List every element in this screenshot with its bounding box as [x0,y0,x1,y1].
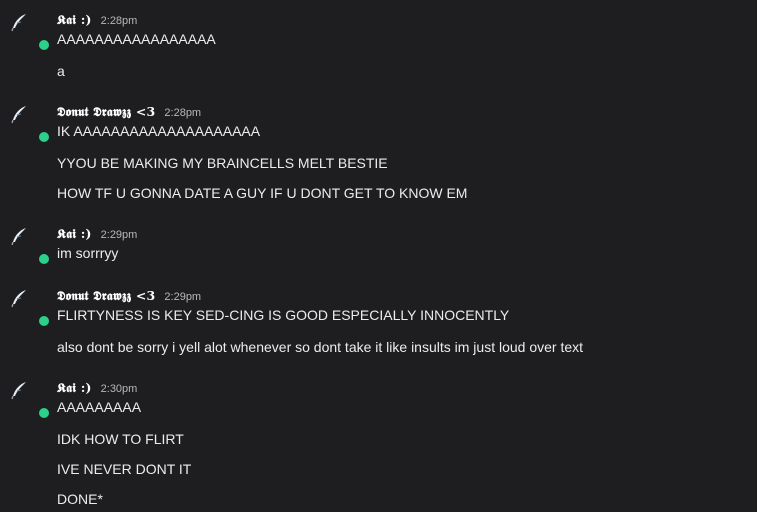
feather-avatar-icon[interactable] [10,288,30,308]
online-status-indicator [39,254,49,264]
username[interactable]: 𝕶𝖆𝖎 :) [57,380,92,396]
message-text: im sorrryy [57,245,119,261]
feather-avatar-icon[interactable] [10,12,30,32]
username[interactable]: 𝕯𝖔𝖓𝖚𝖙 𝕯𝖗𝖆𝖜𝖟𝖟 <3 [57,104,155,120]
message-text: IK AAAAAAAAAAAAAAAAAAAA [57,123,261,139]
message-text: AAAAAAAAA [57,399,142,415]
message-text: IVE NEVER DONT IT [57,461,192,477]
chat-log: 𝕶𝖆𝖎 :) 2:28pm AAAAAAAAAAAAAAAAA a 𝕯𝖔𝖓𝖚𝖙 … [0,0,757,512]
timestamp: 2:29pm [100,229,138,241]
online-status-indicator [39,132,49,142]
message-header: 𝕯𝖔𝖓𝖚𝖙 𝕯𝖗𝖆𝖜𝖟𝖟 <3 2:29pm [57,288,201,306]
username[interactable]: 𝕶𝖆𝖎 :) [57,12,92,28]
message-text: also dont be sorry i yell alot whenever … [57,339,584,355]
username[interactable]: 𝕯𝖔𝖓𝖚𝖙 𝕯𝖗𝖆𝖜𝖟𝖟 <3 [57,288,155,304]
message-header: 𝕶𝖆𝖎 :) 2:28pm [57,12,137,30]
message-header: 𝕶𝖆𝖎 :) 2:30pm [57,380,137,398]
online-status-indicator [39,40,49,50]
message-text: DONE* [57,491,103,507]
feather-avatar-icon[interactable] [10,104,30,124]
timestamp: 2:28pm [100,15,138,27]
message-text: HOW TF U GONNA DATE A GUY IF U DONT GET … [57,185,468,201]
timestamp: 2:30pm [100,383,138,395]
message-text: YYOU BE MAKING MY BRAINCELLS MELT BESTIE [57,155,388,171]
message-text: a [57,63,65,79]
timestamp: 2:28pm [164,107,202,119]
timestamp: 2:29pm [164,291,202,303]
feather-avatar-icon[interactable] [10,226,30,246]
message-header: 𝕶𝖆𝖎 :) 2:29pm [57,226,137,244]
message-text: FLIRTYNESS IS KEY SED-CING IS GOOD ESPEC… [57,307,510,323]
message-text: AAAAAAAAAAAAAAAAA [57,31,216,47]
username[interactable]: 𝕶𝖆𝖎 :) [57,226,92,242]
online-status-indicator [39,316,49,326]
message-text: IDK HOW TO FLIRT [57,431,184,447]
feather-avatar-icon[interactable] [10,380,30,400]
online-status-indicator [39,408,49,418]
message-header: 𝕯𝖔𝖓𝖚𝖙 𝕯𝖗𝖆𝖜𝖟𝖟 <3 2:28pm [57,104,201,122]
